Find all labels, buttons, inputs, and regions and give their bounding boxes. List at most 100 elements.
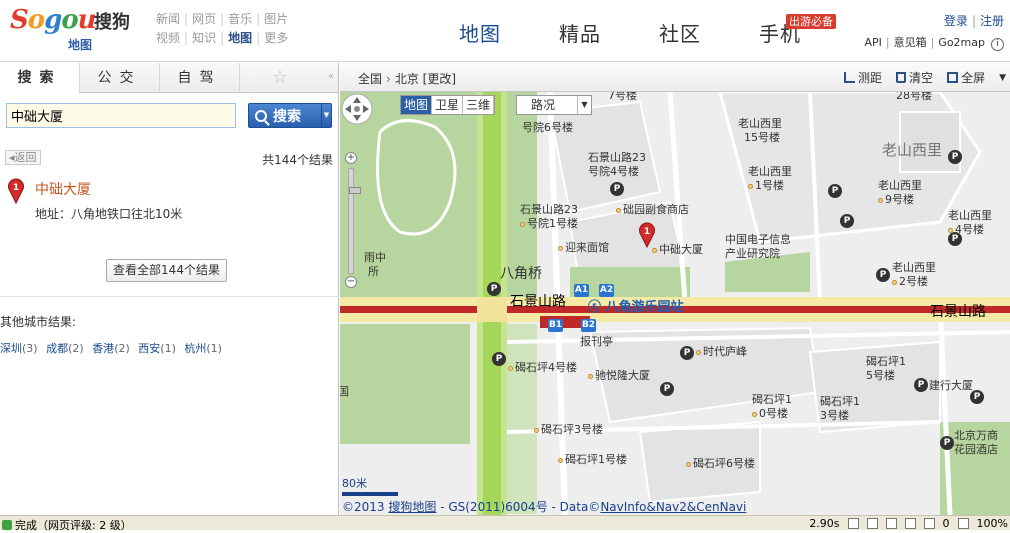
tray-icon[interactable]	[904, 518, 916, 529]
go2map-link[interactable]: Go2map	[938, 36, 985, 49]
ruler-button[interactable]: 测距	[844, 69, 882, 86]
tab-transit[interactable]: 公交	[80, 63, 160, 92]
map-label: 时代庐峰	[696, 346, 747, 358]
tray-icon[interactable]	[866, 518, 878, 529]
divider	[0, 296, 339, 297]
map-label: 碣石坪4号楼	[508, 362, 577, 374]
api-link[interactable]: API	[864, 36, 881, 49]
logo-subtitle: 地图	[68, 38, 93, 52]
load-time: 2.90s	[809, 517, 840, 530]
fullscreen-button[interactable]: 全屏	[947, 69, 985, 86]
metro-exit-b1[interactable]: B1	[548, 319, 563, 332]
panel-tabs: 搜索 公交 自驾 ☆ «	[0, 63, 338, 94]
crumb-all[interactable]: 全国	[358, 72, 382, 86]
map-canvas[interactable]: 地图 卫星 三维 路况 ▼ + − 老山西里 八角桥 石景山路 石景山路 ⓢ 八角…	[340, 92, 1010, 515]
parking-icon: P	[940, 436, 954, 450]
map-label: 碣石坪1	[820, 395, 860, 408]
login-link[interactable]: 登录	[944, 14, 968, 28]
traffic-button[interactable]: 路况 ▼	[516, 95, 592, 115]
city-link-hangzhou[interactable]: 杭州(1)	[184, 342, 222, 355]
main-nav-featured[interactable]: 精品	[530, 18, 630, 48]
header: Sogou 搜狗 地图 新闻 | 网页 | 音乐 | 图片 视频 | 知识 | 地图 | 更多 地图 精…	[0, 0, 1010, 62]
nav-more[interactable]: 更多	[264, 31, 288, 45]
map-label: 驰悦隆大厦	[588, 370, 650, 382]
zoom-slider[interactable]	[348, 168, 361, 274]
zoom-slider-thumb[interactable]	[349, 187, 361, 194]
search-icon	[255, 109, 267, 122]
zoom-level[interactable]: 100%	[977, 517, 1008, 530]
search-row: 搜索 ▼	[6, 103, 332, 128]
map-label: 碣石坪1号楼	[558, 454, 627, 466]
nav-knowledge[interactable]: 知识	[192, 31, 216, 45]
status-text: 完成（网页评级: 2 级）	[2, 517, 132, 533]
search-input[interactable]	[6, 103, 236, 128]
map-type-map[interactable]: 地图	[401, 96, 433, 114]
map-label: 5号楼	[866, 369, 895, 382]
search-type-nav: 新闻 | 网页 | 音乐 | 图片 视频 | 知识 | 地图 | 更多	[156, 12, 289, 45]
tab-drive[interactable]: 自驾	[160, 63, 240, 92]
map-result-marker-icon[interactable]: 1	[638, 222, 656, 248]
sogou-logo[interactable]: Sogou 搜狗 地图	[10, 5, 138, 53]
tray-icon[interactable]	[847, 518, 859, 529]
view-all-results-button[interactable]: 查看全部144个结果	[106, 259, 227, 282]
main-nav-map[interactable]: 地图	[430, 18, 530, 48]
tray-icon[interactable]	[923, 518, 935, 529]
pan-control-icon[interactable]	[340, 92, 374, 126]
result-count: 共144个结果	[262, 153, 333, 167]
clear-button[interactable]: 清空	[896, 69, 933, 86]
city-link-hongkong[interactable]: 香港(2)	[92, 342, 130, 355]
city-link-chengdu[interactable]: 成都(2)	[46, 342, 84, 355]
crumb-city: 北京	[394, 72, 419, 86]
more-tools-chevron-icon[interactable]: ▼	[999, 73, 1006, 83]
chevron-down-icon[interactable]: ▼	[577, 96, 591, 114]
collapse-panel-icon[interactable]: «	[328, 71, 334, 82]
status-tray: 2.90s 0 100%	[809, 517, 1008, 530]
left-panel: 搜索 公交 自驾 ☆ « 搜索 ▼ ◂返回 共144个结果 1 中础大厦 地址：…	[0, 63, 339, 515]
zoom-in-button[interactable]: +	[345, 152, 357, 164]
copyright-data-link[interactable]: NavInfo&Nav2&CenNavi	[600, 500, 746, 514]
copyright-brand-link[interactable]: 搜狗地图	[388, 500, 436, 514]
map-label: 石景山路	[930, 304, 986, 320]
nav-music[interactable]: 音乐	[228, 12, 252, 26]
nav-images[interactable]: 图片	[264, 12, 288, 26]
list-item[interactable]: 1 中础大厦 地址：八角地铁口往北10米	[0, 175, 339, 237]
tab-search[interactable]: 搜索	[0, 63, 80, 94]
city-link-shenzhen[interactable]: 深圳(3)	[0, 342, 38, 355]
map-toolbar: 全国 › 北京 [更改] 测距 清空 全屏 ▼	[340, 63, 1010, 92]
map-label: 石景山路23	[520, 203, 578, 216]
metro-exit-a2[interactable]: A2	[599, 284, 614, 297]
main-nav: 地图 精品 社区 手机	[430, 18, 830, 48]
map-label: 中础大厦	[652, 244, 703, 256]
result-title[interactable]: 中础大厦	[35, 179, 91, 199]
city-link-xian[interactable]: 西安(1)	[138, 342, 176, 355]
nav-video[interactable]: 视频	[156, 31, 180, 45]
search-button[interactable]: 搜索 ▼	[248, 103, 332, 128]
back-button[interactable]: ◂返回	[5, 150, 41, 165]
map-type-satellite[interactable]: 卫星	[432, 96, 464, 114]
map-label: 老山西里	[748, 165, 792, 178]
other-cities-title: 其他城市结果:	[0, 315, 77, 329]
nav-news[interactable]: 新闻	[156, 12, 180, 26]
feedback-link[interactable]: 意见箱	[894, 36, 927, 49]
metro-exit-b2[interactable]: B2	[581, 319, 596, 332]
chevron-down-icon[interactable]: ▼	[321, 104, 331, 127]
map-label: 建行大厦	[922, 380, 973, 392]
register-link[interactable]: 注册	[980, 14, 1004, 28]
zoom-out-button[interactable]: −	[345, 276, 357, 288]
result-marker-icon: 1	[8, 178, 24, 204]
ruler-icon	[844, 72, 856, 83]
map-type-3d[interactable]: 三维	[463, 96, 495, 114]
map-label: 础园副食商店	[616, 204, 689, 216]
tray-icon[interactable]	[885, 518, 897, 529]
nav-map[interactable]: 地图	[228, 31, 252, 45]
favorites-star-icon[interactable]: ☆	[240, 63, 320, 92]
zoom-icon[interactable]	[957, 518, 969, 529]
info-icon[interactable]: i	[991, 38, 1004, 51]
metro-exit-a1[interactable]: A1	[574, 284, 589, 297]
map-label: 老山西里	[948, 209, 992, 222]
change-city-link[interactable]: [更改]	[423, 72, 456, 86]
parking-icon: P	[492, 352, 506, 366]
main-nav-community[interactable]: 社区	[630, 18, 730, 48]
parking-icon: P	[948, 232, 962, 246]
nav-web[interactable]: 网页	[192, 12, 216, 26]
